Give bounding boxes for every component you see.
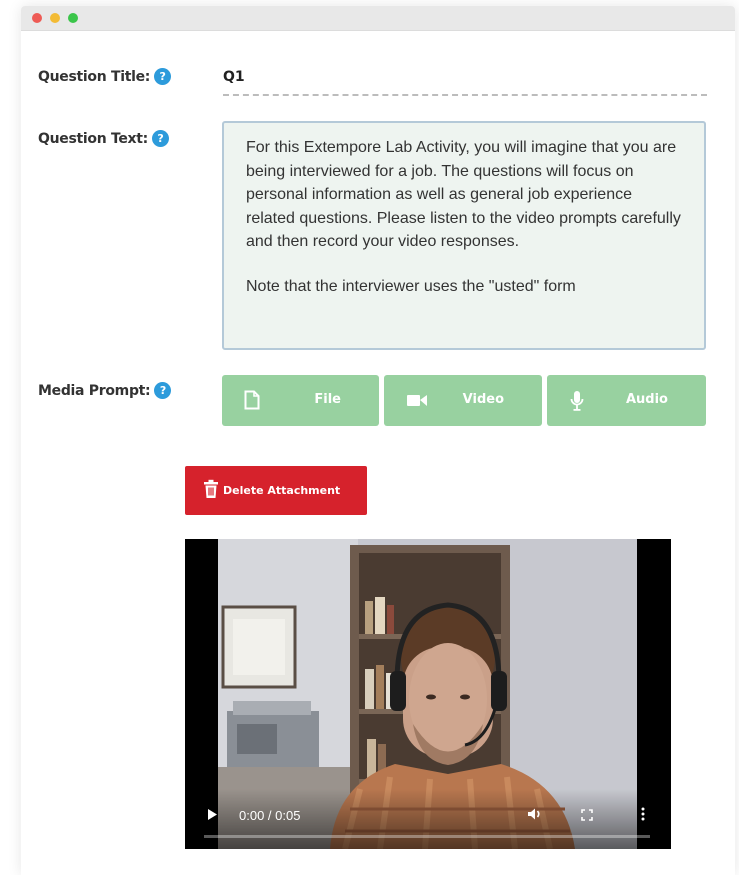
audio-button-label: Audio bbox=[625, 392, 668, 407]
video-controls: 0:00 / 0:05 bbox=[185, 789, 671, 849]
help-icon[interactable]: ? bbox=[154, 68, 172, 85]
microphone-icon bbox=[569, 390, 585, 416]
video-button-label: Video bbox=[462, 392, 504, 407]
question-text-label-text: Question Text: bbox=[38, 130, 148, 147]
question-text-paragraph: Note that the interviewer uses the "uste… bbox=[246, 277, 576, 295]
file-button[interactable]: File bbox=[222, 375, 379, 426]
media-prompt-label-text: Media Prompt: bbox=[38, 382, 151, 399]
video-player[interactable]: 0:00 / 0:05 bbox=[185, 539, 671, 849]
question-title-underline bbox=[223, 94, 707, 96]
minimize-window-dot[interactable] bbox=[50, 13, 60, 23]
browser-window: Question Title: ? Q1 Question Text: ? Fo… bbox=[21, 6, 735, 875]
delete-attachment-button[interactable]: Delete Attachment bbox=[185, 466, 367, 515]
play-icon[interactable] bbox=[207, 808, 218, 826]
volume-icon[interactable] bbox=[527, 807, 543, 826]
more-options-icon[interactable] bbox=[641, 807, 645, 826]
window-titlebar bbox=[21, 6, 735, 31]
question-text-paragraph: For this Extempore Lab Activity, you wil… bbox=[246, 139, 681, 250]
question-title-label: Question Title: ? bbox=[38, 68, 172, 85]
question-title-value[interactable]: Q1 bbox=[223, 69, 245, 85]
close-window-dot[interactable] bbox=[32, 13, 42, 23]
file-icon bbox=[244, 390, 260, 414]
audio-button[interactable]: Audio bbox=[547, 375, 706, 426]
delete-attachment-label: Delete Attachment bbox=[223, 484, 341, 497]
video-button[interactable]: Video bbox=[384, 375, 542, 426]
question-text-label: Question Text: ? bbox=[38, 130, 169, 147]
question-text-area[interactable]: For this Extempore Lab Activity, you wil… bbox=[222, 121, 706, 350]
fullscreen-icon[interactable] bbox=[581, 808, 593, 826]
video-progress-bar[interactable] bbox=[204, 835, 650, 838]
maximize-window-dot[interactable] bbox=[68, 13, 78, 23]
help-icon[interactable]: ? bbox=[154, 382, 172, 399]
trash-icon bbox=[203, 479, 219, 502]
media-prompt-label: Media Prompt: ? bbox=[38, 382, 172, 399]
help-icon[interactable]: ? bbox=[151, 130, 169, 147]
question-title-label-text: Question Title: bbox=[38, 68, 151, 85]
video-time-display: 0:00 / 0:05 bbox=[239, 808, 301, 823]
video-camera-icon bbox=[406, 390, 428, 414]
file-button-label: File bbox=[314, 392, 341, 407]
